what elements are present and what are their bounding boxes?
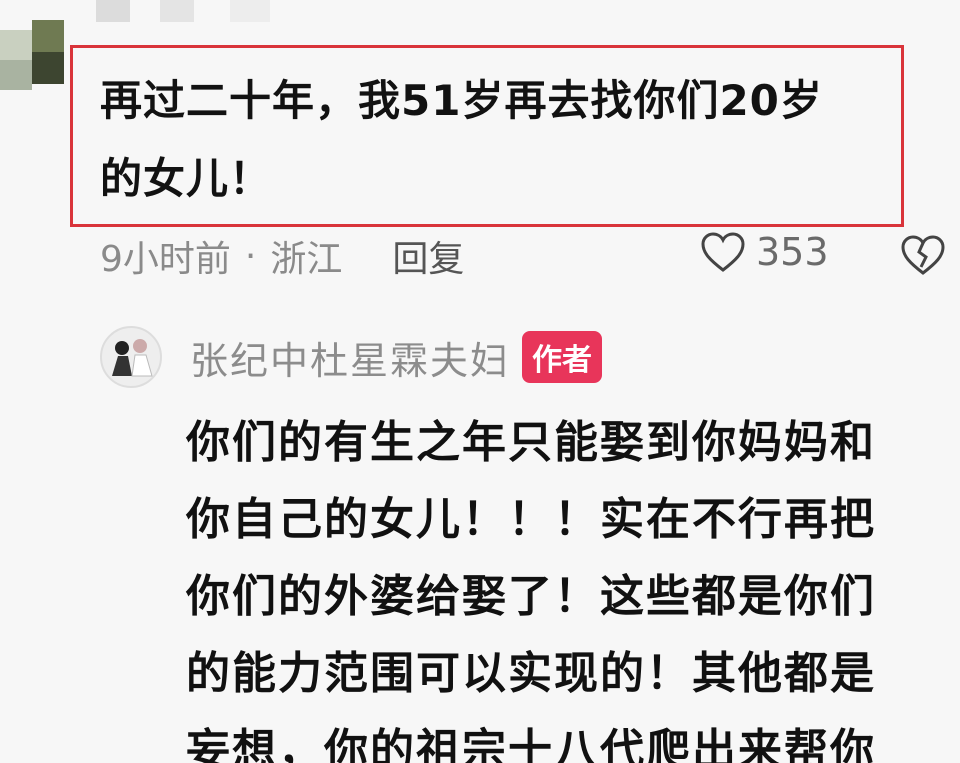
reply-line: 你们的外婆给娶了！这些都是你们 bbox=[186, 571, 876, 622]
comment-screen: 再过二十年，我51岁再去找你们20岁 的女儿！ 9小时前 · 浙江 回复 353… bbox=[0, 0, 960, 763]
heart-icon bbox=[701, 232, 745, 272]
comment-time: 9小时前 bbox=[100, 239, 231, 280]
author-avatar[interactable] bbox=[100, 326, 162, 388]
reply-line: 的能力范围可以实现的！其他都是 bbox=[186, 648, 876, 699]
meta-separator: · bbox=[244, 235, 257, 277]
reply-text: 你们的有生之年只能娶到你妈妈和 你自己的女儿！！！实在不行再把 你们的外婆给娶了… bbox=[186, 404, 956, 763]
comment-line-1: 再过二十年，我51岁再去找你们20岁 bbox=[100, 76, 823, 125]
author-name[interactable]: 张纪中杜星霖夫妇 bbox=[190, 330, 510, 385]
reply-button[interactable]: 回复 bbox=[392, 230, 464, 282]
reply-line: 妄想，你的祖宗十八代爬出来帮你 bbox=[186, 725, 876, 763]
comment-line-2: 的女儿！ bbox=[100, 154, 273, 203]
author-row: 张纪中杜星霖夫妇 作者 bbox=[100, 326, 603, 388]
comment-text: 再过二十年，我51岁再去找你们20岁 的女儿！ bbox=[100, 62, 930, 218]
reply-line: 你们的有生之年只能娶到你妈妈和 bbox=[186, 417, 876, 468]
like-count: 353 bbox=[756, 230, 829, 274]
comment-location: 浙江 bbox=[270, 239, 343, 280]
author-badge: 作者 bbox=[522, 331, 603, 383]
comment-meta: 9小时前 · 浙江 回复 bbox=[100, 226, 464, 286]
reply-line: 你自己的女儿！！！实在不行再把 bbox=[186, 494, 876, 545]
broken-heart-icon[interactable] bbox=[900, 234, 946, 276]
like-button[interactable]: 353 bbox=[700, 230, 829, 274]
